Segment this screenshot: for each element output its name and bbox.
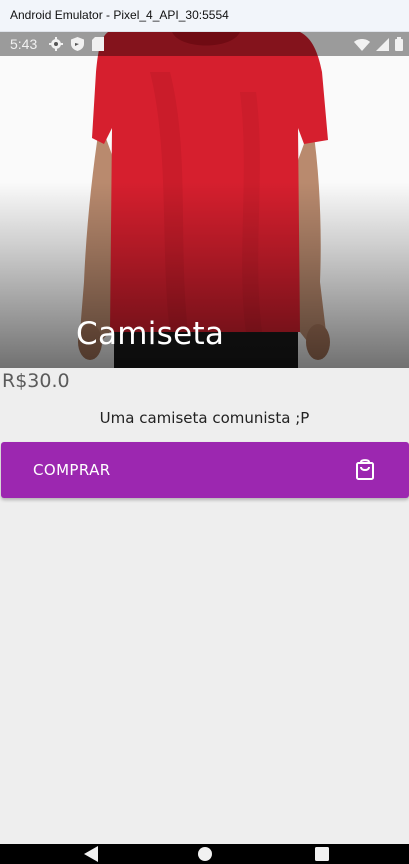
- battery-icon: [395, 37, 403, 56]
- home-icon[interactable]: [197, 846, 213, 864]
- product-price: R$30.0: [2, 370, 70, 392]
- status-bar: 5:43: [0, 32, 409, 56]
- back-icon[interactable]: [84, 846, 98, 864]
- device-screen: Camiseta 5:43 R$30.0 Uma camiseta comuni…: [0, 32, 409, 864]
- shopping-bag-icon: [356, 458, 374, 485]
- gear-icon: [49, 37, 63, 56]
- emulator-window: Android Emulator - Pixel_4_API_30:5554 C…: [0, 0, 409, 864]
- signal-icon: [376, 37, 389, 56]
- wifi-icon: [354, 38, 370, 56]
- buy-button-label: COMPRAR: [33, 461, 111, 479]
- navigation-bar: [0, 844, 409, 864]
- recents-icon[interactable]: [314, 846, 330, 864]
- buy-button[interactable]: COMPRAR: [1, 442, 409, 498]
- status-time: 5:43: [10, 36, 38, 52]
- emulator-title-bar[interactable]: Android Emulator - Pixel_4_API_30:5554: [0, 0, 409, 32]
- product-description: Uma camiseta comunista ;P: [99, 409, 310, 427]
- sd-card-icon: [92, 37, 104, 56]
- product-title: Camiseta: [76, 316, 225, 352]
- window-title: Android Emulator - Pixel_4_API_30:5554: [10, 8, 229, 22]
- shield-icon: [71, 37, 84, 56]
- product-image: Camiseta 5:43: [0, 32, 409, 368]
